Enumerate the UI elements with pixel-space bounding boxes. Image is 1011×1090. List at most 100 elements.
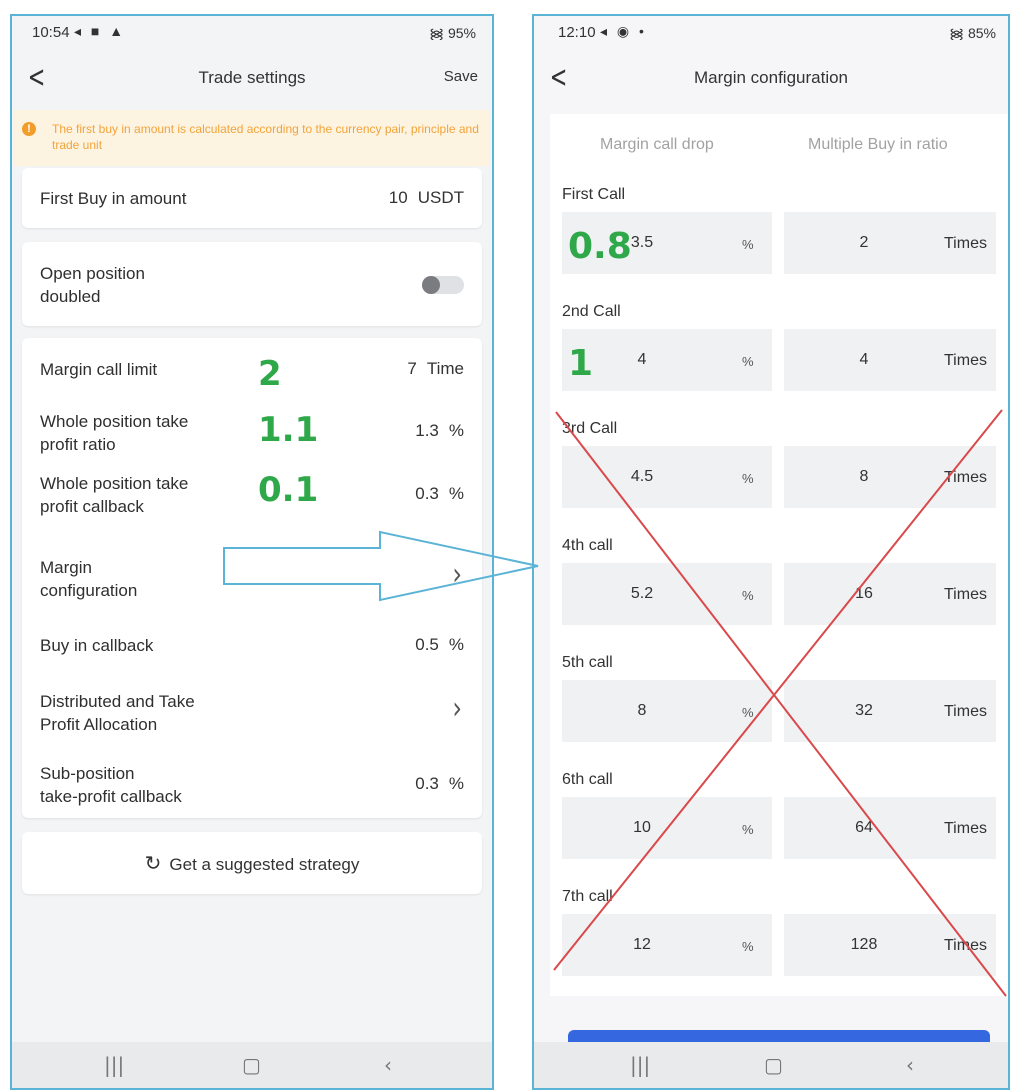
take-profit-callback-label: Whole position take profit callback [40,474,189,516]
drop-cell: % [562,446,772,508]
suggested-strategy-label: Get a suggested strategy [169,855,360,874]
buy-in-callback-row[interactable]: Buy in callback 0.5% [22,618,482,676]
sub-position-row[interactable]: Sub-position take-profit callback 0.3% [22,752,482,818]
percent-unit: % [742,354,754,369]
suggested-strategy-button[interactable]: ↻ Get a suggested strategy [22,832,482,894]
percent-unit: % [742,237,754,252]
app-bar: < Trade settings Save [12,56,492,100]
first-buy-row[interactable]: First Buy in amount 10 USDT [22,168,482,228]
page-title: Trade settings [198,68,306,87]
margin-configuration-screen: 12:10 ◂ ◉ • ᯼ 85% < Margin configuration… [532,14,1010,1090]
recent-apps-icon[interactable]: ||| [104,1053,124,1077]
take-profit-ratio-value[interactable]: 1.3% [415,421,464,441]
toggle-knob [422,276,440,294]
wifi-signal-icon: ᯼ [949,25,968,41]
column-header-ratio: Multiple Buy in ratio [808,136,948,153]
home-icon[interactable]: ▢ [242,1053,261,1077]
sub-position-value[interactable]: 0.3% [415,774,464,794]
ratio-cell: Times [784,212,996,274]
chevron-right-icon[interactable]: › [452,690,462,726]
ratio-input[interactable] [829,234,899,252]
drop-cell: %1 [562,329,772,391]
ratio-input[interactable] [829,468,899,486]
notification-icons: ◂ ◉ • [600,23,647,39]
percent-unit: % [742,822,754,837]
drop-input[interactable] [607,702,677,720]
call-label: 4th call [562,537,613,554]
times-unit: Times [944,820,987,837]
ratio-input[interactable] [829,585,899,603]
open-position-toggle[interactable] [422,276,464,294]
ratio-cell: Times [784,680,996,742]
drop-cell: % 0.8 [562,212,772,274]
column-header-drop: Margin call drop [600,136,714,153]
take-profit-ratio-label: Whole position take profit ratio [40,412,189,454]
home-icon[interactable]: ▢ [764,1053,783,1077]
open-position-card: Open position doubled [22,242,482,326]
percent-unit: % [742,588,754,603]
ratio-input[interactable] [829,702,899,720]
call-label: First Call [562,186,626,203]
first-buy-label: First Buy in amount [40,189,187,208]
margin-call-limit-row[interactable]: Margin call limit 2 7 Time [22,338,482,400]
status-time: 10:54 [32,24,70,41]
battery-level: ᯼ 85% [949,25,996,41]
annotation-take-profit-ratio: 1.1 [258,410,319,450]
trade-settings-screen: 10:54 ◂ ■ ▲ ᯼ 95% < Trade settings Save … [10,14,494,1090]
recent-apps-icon[interactable]: ||| [630,1053,650,1077]
refresh-icon: ↻ [144,851,162,875]
take-profit-callback-row[interactable]: Whole position take profit callback 0.1 0… [22,464,482,526]
percent-unit: % [742,705,754,720]
times-unit: Times [944,937,987,954]
margin-configuration-row[interactable]: Margin configuration › [22,544,482,614]
page-title: Margin configuration [693,68,849,87]
buy-in-callback-label: Buy in callback [40,636,154,655]
save-button[interactable]: Save [444,68,478,85]
first-buy-card[interactable]: First Buy in amount 10 USDT [22,168,482,228]
times-unit: Times [944,352,987,369]
ratio-cell: Times [784,329,996,391]
annotation-margin-call-limit: 2 [258,354,282,394]
drop-cell: % [562,914,772,976]
percent-unit: % [742,471,754,486]
drop-cell: % [562,680,772,742]
drop-cell: % [562,797,772,859]
times-unit: Times [944,469,987,486]
annotation-call-drop: 1 [568,343,594,384]
warning-icon: ! [22,122,36,136]
chevron-right-icon[interactable]: › [452,556,462,592]
drop-cell: % [562,563,772,625]
margin-call-limit-label: Margin call limit [40,360,158,379]
drop-input[interactable] [607,468,677,486]
take-profit-callback-value[interactable]: 0.3% [415,484,464,504]
first-buy-value[interactable]: 10 USDT [389,188,464,208]
drop-input[interactable] [607,819,677,837]
status-time: 12:10 [558,24,596,41]
call-label: 2nd Call [562,303,621,320]
settings-card: Margin call limit 2 7 Time Whole position… [22,338,482,818]
notice-banner: ! The first buy in amount is calculated … [14,110,490,166]
ratio-input[interactable] [829,936,899,954]
back-nav-icon[interactable]: ‹ [384,1053,392,1077]
ratio-input[interactable] [829,819,899,837]
ratio-cell: Times [784,563,996,625]
call-label: 3rd Call [562,420,618,437]
system-nav-bar: ||| ▢ ‹ [12,1042,492,1088]
ratio-cell: Times [784,914,996,976]
notice-text: The first buy in amount is calculated ac… [52,122,479,152]
margin-configuration-label: Margin configuration [40,558,138,600]
take-profit-ratio-row[interactable]: Whole position take profit ratio 1.1 1.3% [22,400,482,464]
drop-input[interactable] [607,936,677,954]
sub-position-label: Sub-position take-profit callback [40,764,182,806]
drop-input[interactable] [607,351,677,369]
back-nav-icon[interactable]: ‹ [906,1053,914,1077]
ratio-input[interactable] [829,351,899,369]
buy-in-callback-value[interactable]: 0.5% [415,635,464,655]
annotation-call-drop: 0.8 [568,226,632,267]
distributed-allocation-row[interactable]: Distributed and Take Profit Allocation › [22,680,482,748]
open-position-label: Open position doubled [40,264,145,306]
margin-call-limit-value[interactable]: 7 Time [407,359,464,379]
drop-input[interactable] [607,585,677,603]
call-label: 6th call [562,771,613,788]
system-nav-bar: ||| ▢ ‹ [534,1042,1008,1088]
